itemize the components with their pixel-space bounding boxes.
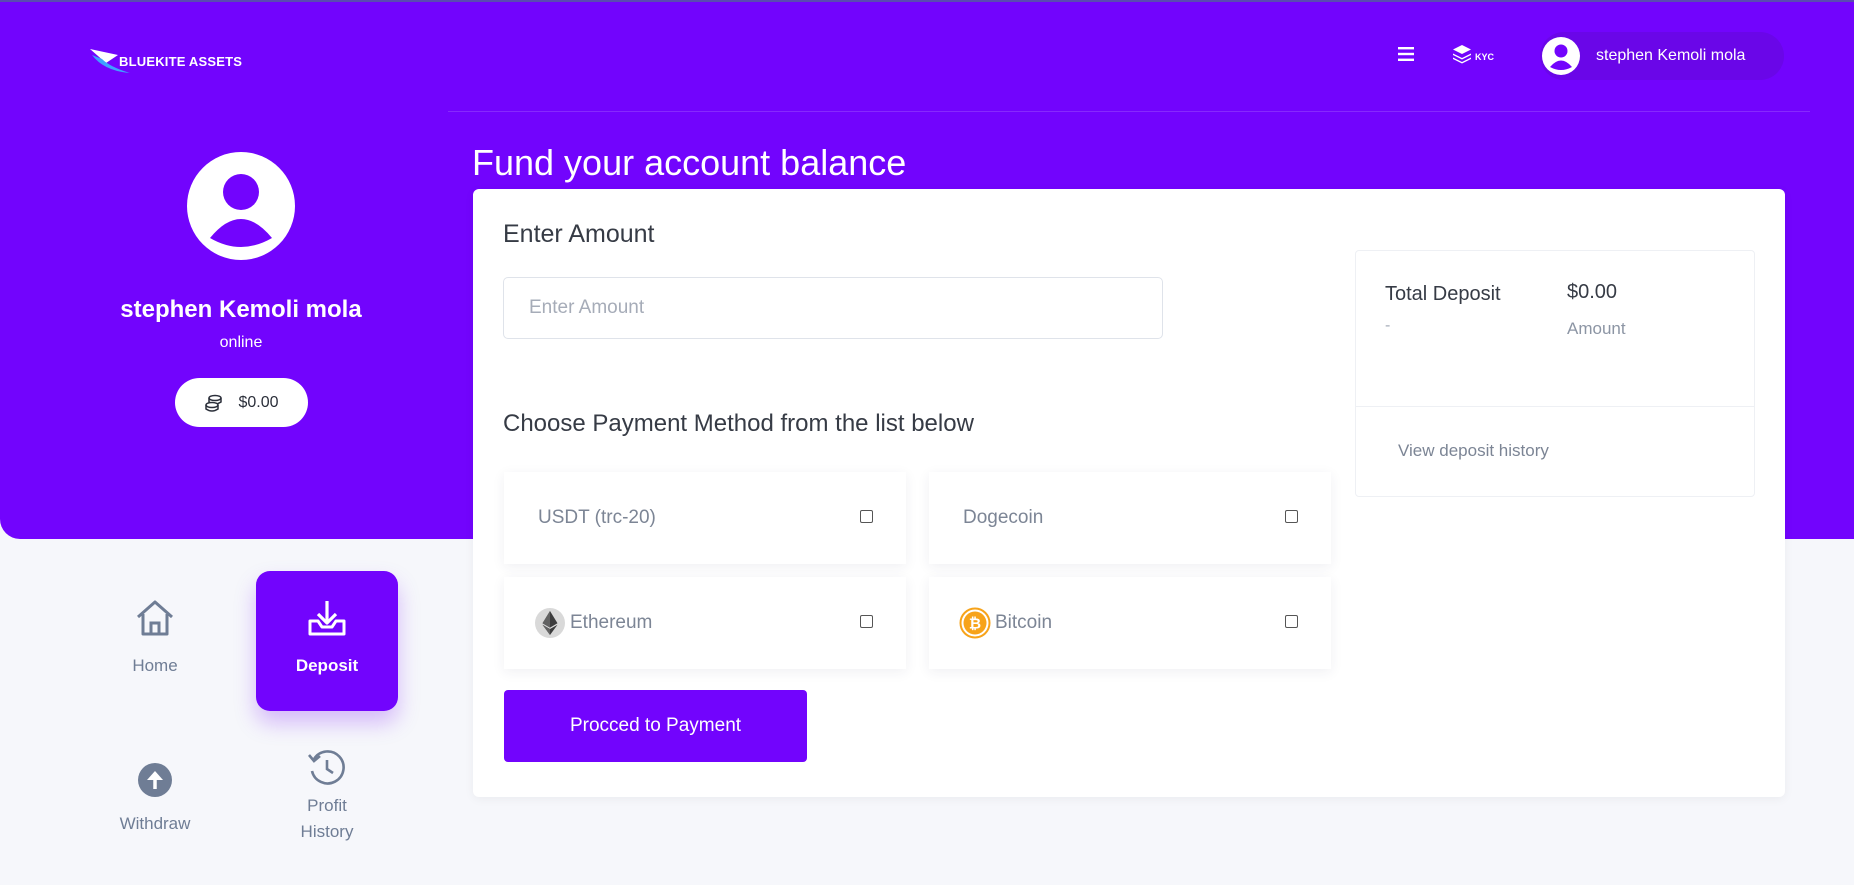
summary-divider (1356, 406, 1754, 407)
payment-option-label: Dogecoin (963, 507, 1044, 528)
total-deposit-sublabel: Amount (1567, 319, 1626, 338)
coins-icon (205, 394, 223, 412)
payment-option-bitcoin[interactable]: ₿ Bitcoin (929, 577, 1331, 669)
hamburger-menu-icon[interactable] (1396, 44, 1416, 64)
ethereum-icon (535, 608, 565, 638)
payment-option-usdt[interactable]: USDT (trc-20) (504, 472, 906, 564)
profile-avatar-icon (187, 152, 295, 260)
kyc-label: KYC (1475, 52, 1495, 62)
brand-logo[interactable]: BLUEKITE ASSETS (88, 47, 242, 75)
payment-method-title: Choose Payment Method from the list belo… (503, 410, 974, 437)
nav-withdraw-label: Withdraw (119, 814, 191, 833)
svg-text:₿: ₿ (969, 616, 981, 633)
page-title: Fund your account balance (472, 142, 907, 183)
header-divider (448, 111, 1810, 112)
profile-status: online (219, 334, 263, 351)
nav-profit-history[interactable]: Profit History (256, 745, 398, 885)
total-deposit-value: $0.00 (1567, 281, 1618, 303)
bitcoin-icon: ₿ (959, 607, 991, 639)
amount-input[interactable] (503, 277, 1163, 339)
deposit-summary-card: Total Deposit - $0.00 Amount View deposi… (1355, 250, 1755, 497)
download-tray-icon (308, 601, 346, 636)
payment-option-label: Bitcoin (995, 612, 1053, 633)
home-icon (137, 600, 173, 636)
nav-home[interactable]: Home (84, 571, 226, 711)
header-user-name: stephen Kemoli mola (1596, 47, 1746, 64)
nav-withdraw[interactable]: Withdraw (84, 745, 226, 885)
payment-option-ethereum[interactable]: Ethereum (504, 577, 906, 669)
nav-home-label: Home (132, 656, 178, 675)
profile-name: stephen Kemoli mola (120, 296, 362, 323)
history-icon (308, 750, 345, 785)
nav-profit-history-label: Profit History (300, 796, 354, 841)
arrow-up-circle-icon (138, 763, 172, 797)
payment-option-dogecoin[interactable]: Dogecoin (929, 472, 1331, 564)
nav-deposit-label: Deposit (295, 656, 359, 675)
balance-badge: $0.00 (175, 378, 308, 427)
proceed-to-payment-button[interactable]: Procced to Payment (504, 690, 807, 762)
user-avatar-icon (1542, 37, 1580, 75)
kyc-link[interactable]: KYC (1452, 44, 1494, 64)
view-deposit-history-link[interactable]: View deposit history (1398, 441, 1549, 461)
ethereum-checkbox[interactable] (860, 615, 873, 628)
brand-name: BLUEKITE ASSETS (119, 53, 243, 69)
dogecoin-checkbox[interactable] (1285, 510, 1298, 523)
total-deposit-dash: - (1385, 317, 1391, 334)
amount-title: Enter Amount (503, 220, 655, 248)
layers-icon (1453, 45, 1471, 64)
usdt-checkbox[interactable] (860, 510, 873, 523)
payment-option-label: USDT (trc-20) (538, 507, 656, 528)
bitcoin-checkbox[interactable] (1285, 615, 1298, 628)
total-deposit-label: Total Deposit (1385, 283, 1501, 305)
balance-amount: $0.00 (238, 393, 279, 411)
nav-deposit[interactable]: Deposit (256, 571, 398, 711)
payment-option-label: Ethereum (570, 612, 653, 633)
user-menu[interactable]: stephen Kemoli mola (1540, 32, 1784, 80)
